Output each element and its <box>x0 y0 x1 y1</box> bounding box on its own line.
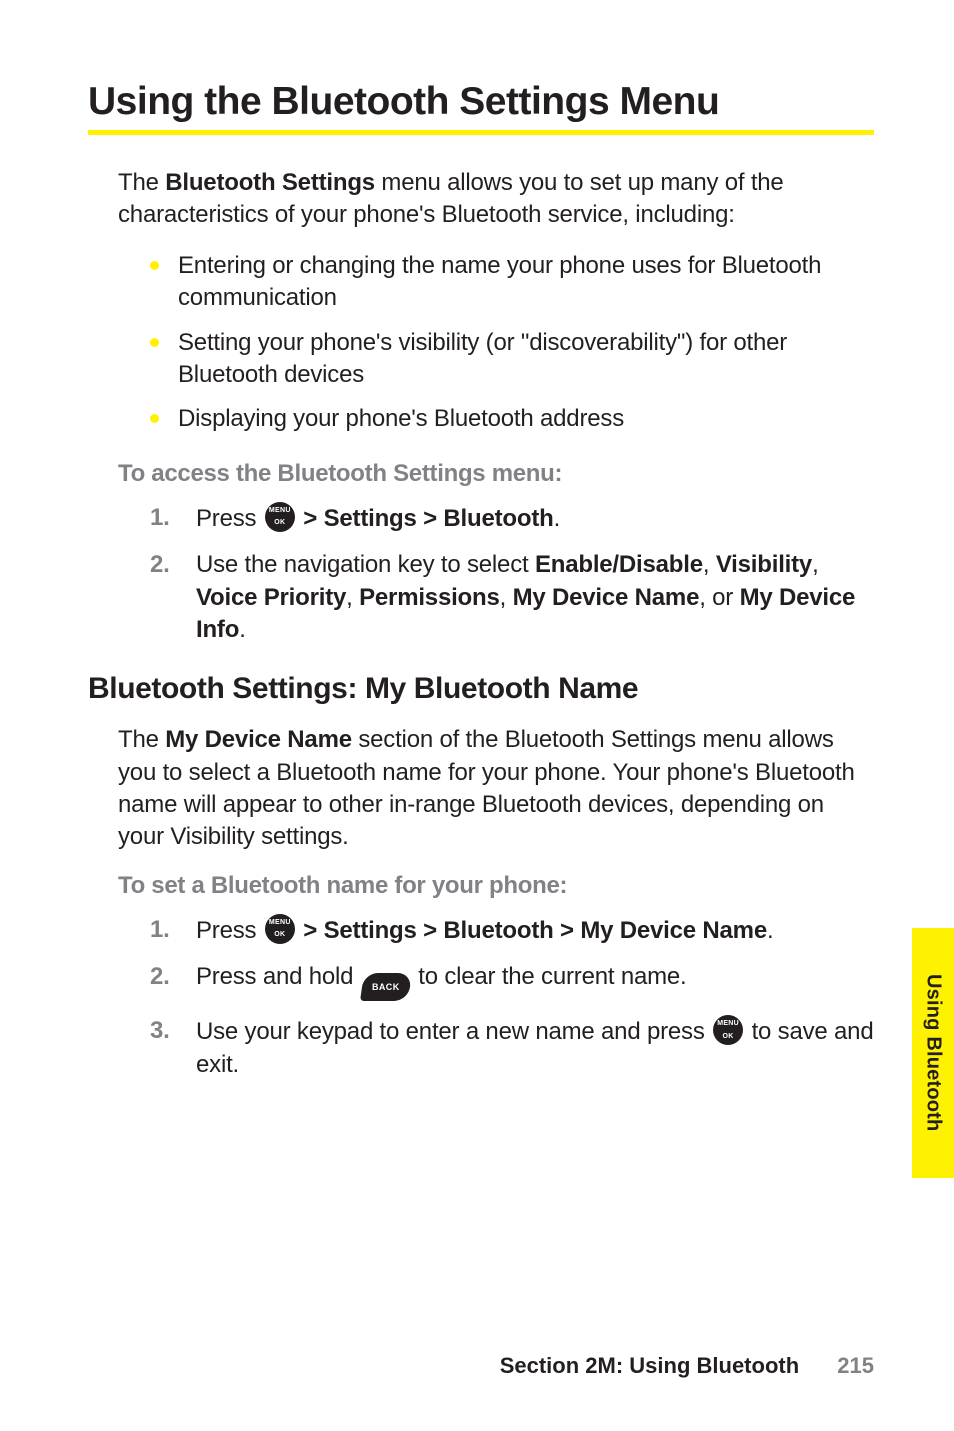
step-text: . <box>554 505 560 532</box>
section-paragraph: The My Device Name section of the Blueto… <box>118 724 874 854</box>
step-text: , <box>500 584 513 611</box>
title-underline <box>88 130 874 135</box>
step-text: Use your keypad to enter a new name and … <box>196 1018 711 1045</box>
step-text: , or <box>699 584 739 611</box>
step-number: 3. <box>150 1015 170 1047</box>
step-number: 2. <box>150 549 170 581</box>
step-number: 2. <box>150 961 170 993</box>
menu-ok-icon <box>713 1015 743 1045</box>
menu-ok-icon <box>265 914 295 944</box>
step-text: . <box>239 616 245 643</box>
step-text: , <box>346 584 359 611</box>
step-number: 1. <box>150 914 170 946</box>
step-text: , <box>812 551 818 578</box>
page-title: Using the Bluetooth Settings Menu <box>88 80 874 124</box>
step-bold: Voice Priority <box>196 584 346 611</box>
bullet-item: Setting your phone's visibility (or "dis… <box>150 327 874 392</box>
step-text: Press <box>196 505 263 532</box>
subheading-set-name: To set a Bluetooth name for your phone: <box>118 872 874 900</box>
step-text: , <box>703 551 716 578</box>
step-text: Press <box>196 917 263 944</box>
step-bold: Permissions <box>359 584 500 611</box>
bullet-item: Entering or changing the name your phone… <box>150 250 874 315</box>
feature-bullets: Entering or changing the name your phone… <box>150 250 874 436</box>
steps-set-name: 1. Press > Settings > Bluetooth > My Dev… <box>150 914 874 1081</box>
step-bold: > Settings > Bluetooth <box>297 505 554 532</box>
back-icon: BACK <box>360 973 412 1001</box>
step-item: 1. Press > Settings > Bluetooth > My Dev… <box>150 914 874 947</box>
intro-text: The <box>118 169 165 196</box>
step-number: 1. <box>150 502 170 534</box>
footer-section: Section 2M: Using Bluetooth <box>500 1353 799 1378</box>
step-item: 1. Press > Settings > Bluetooth. <box>150 502 874 535</box>
step-bold: My Device Name <box>513 584 700 611</box>
bullet-item: Displaying your phone's Bluetooth addres… <box>150 403 874 435</box>
intro-paragraph: The Bluetooth Settings menu allows you t… <box>118 167 874 232</box>
page-number: 215 <box>837 1353 874 1378</box>
para-text: The <box>118 726 165 753</box>
step-item: 2. Use the navigation key to select Enab… <box>150 549 874 646</box>
step-text: . <box>767 917 773 944</box>
page-footer: Section 2M: Using Bluetooth 215 <box>500 1353 874 1379</box>
intro-bold: Bluetooth Settings <box>165 169 375 196</box>
para-bold: My Device Name <box>165 726 352 753</box>
subheading-access: To access the Bluetooth Settings menu: <box>118 460 874 488</box>
section-heading: Bluetooth Settings: My Bluetooth Name <box>88 672 874 706</box>
back-icon-label: BACK <box>372 981 400 993</box>
step-text: Press and hold <box>196 963 360 990</box>
side-tab-label: Using Bluetooth <box>922 974 945 1131</box>
menu-ok-icon <box>265 502 295 532</box>
step-bold: > Settings > Bluetooth > My Device Name <box>297 917 767 944</box>
step-item: 3. Use your keypad to enter a new name a… <box>150 1015 874 1081</box>
steps-access: 1. Press > Settings > Bluetooth. 2. Use … <box>150 502 874 647</box>
step-bold: Enable/Disable <box>535 551 703 578</box>
step-text: to clear the current name. <box>412 963 687 990</box>
step-text: Use the navigation key to select <box>196 551 535 578</box>
step-bold: Visibility <box>716 551 812 578</box>
side-tab: Using Bluetooth <box>912 928 954 1178</box>
step-item: 2. Press and hold BACK to clear the curr… <box>150 961 874 1001</box>
